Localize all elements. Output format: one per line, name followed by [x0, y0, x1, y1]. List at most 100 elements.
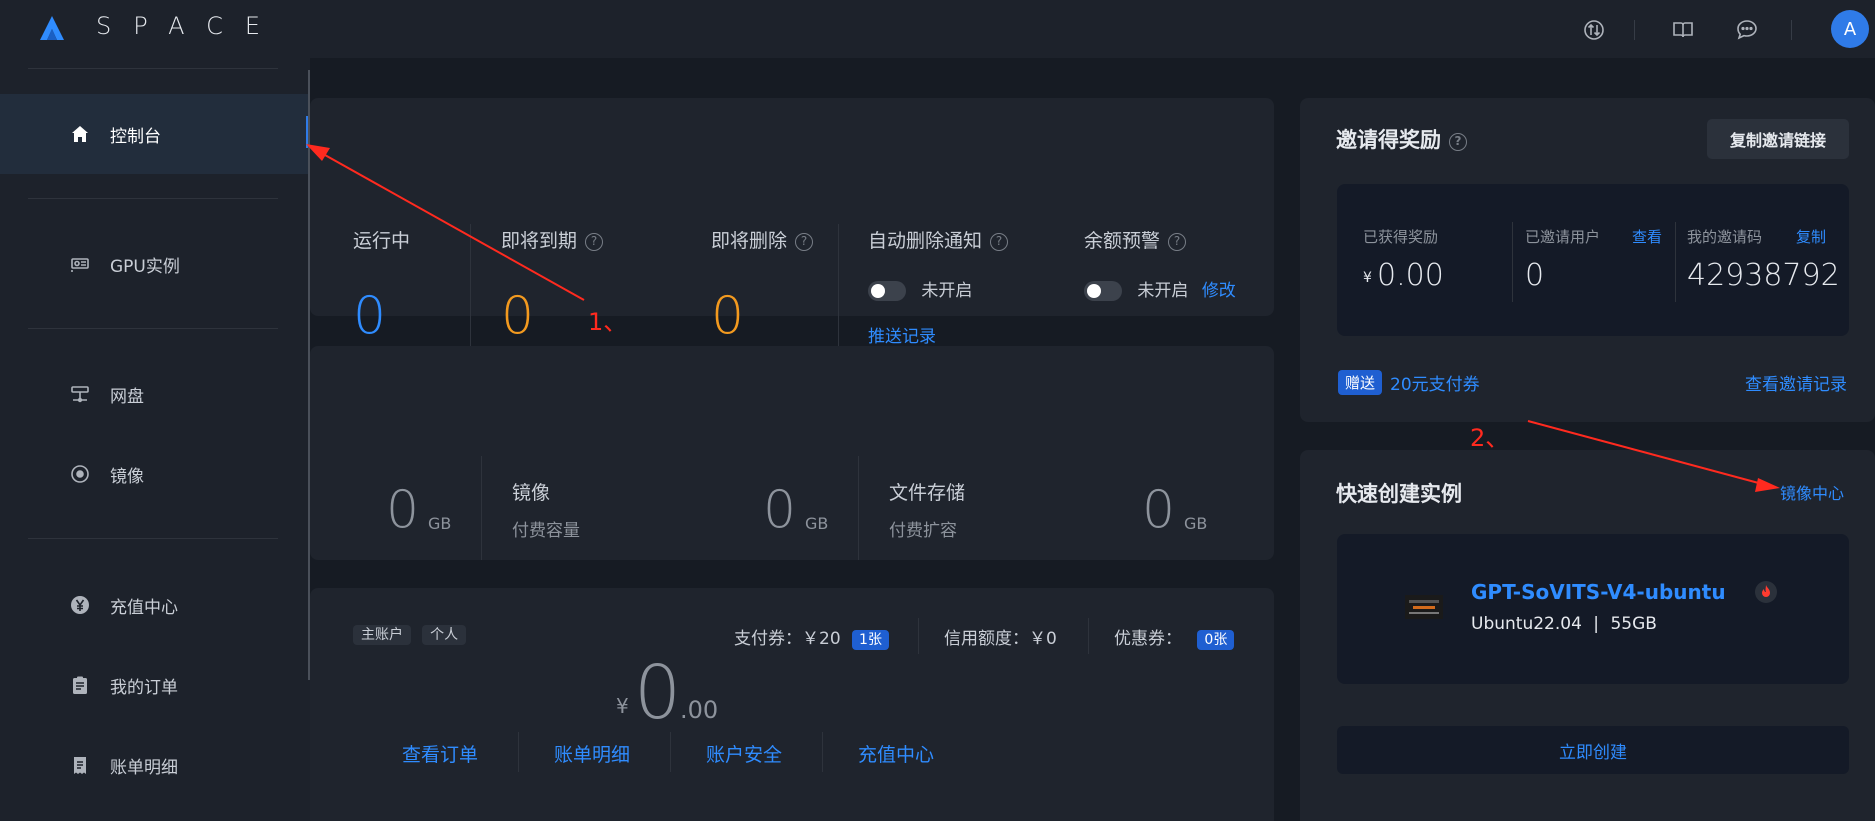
invited-label: 已邀请用户 [1525, 228, 1601, 246]
account-security-link[interactable]: 账户安全 [706, 740, 782, 767]
earned-label: 已获得奖励 [1363, 228, 1439, 246]
account-divider [918, 618, 919, 654]
gift-text: 20元支付券 [1390, 375, 1480, 395]
account-tags: 主账户 个人 [353, 624, 467, 645]
invite-records-link[interactable]: 查看邀请记录 [1745, 370, 1847, 395]
sidebar-item-network-disk[interactable]: 网盘 [0, 354, 310, 434]
invite-code-label: 我的邀请码 [1687, 228, 1763, 246]
deleting-count[interactable]: 0 [711, 290, 744, 342]
balance-currency: ¥ [616, 694, 629, 718]
transfer-icon[interactable] [1582, 18, 1606, 42]
auto-delete-status: 未开启 [921, 281, 973, 301]
sidebar-item-gpu[interactable]: GPU实例 [0, 224, 310, 304]
sidebar-item-console[interactable]: 控制台 [0, 94, 310, 174]
image-template-name[interactable]: GPT-SoVITS-V4-ubuntu [1471, 580, 1726, 604]
sidebar-divider [28, 538, 278, 539]
balance-integer: 0 [634, 650, 682, 736]
credit-label: 信用额度：￥0 [944, 629, 1057, 649]
home-icon [72, 126, 88, 142]
invite-divider [1512, 222, 1513, 302]
create-now-button[interactable]: 立即创建 [1337, 726, 1849, 774]
earned-value: 0.00 [1377, 258, 1444, 293]
logo-text: SPACE [96, 12, 283, 40]
invite-code-value: 42938792 [1687, 258, 1840, 293]
running-label: 运行中 [353, 230, 411, 252]
storage-divider [481, 456, 482, 560]
book-icon[interactable] [1671, 18, 1695, 42]
personal-tag: 个人 [422, 625, 467, 645]
help-icon[interactable]: ? [990, 233, 1009, 251]
image-storage-unit: GB [805, 514, 829, 533]
invite-divider [1675, 222, 1676, 302]
gpu-icon [71, 258, 89, 272]
discount-label: 优惠券： [1114, 629, 1182, 649]
sidebar-divider [28, 328, 278, 329]
file-storage-title: 文件存储 [889, 482, 966, 504]
discount-info: 优惠券： 0张 [1114, 624, 1235, 650]
edit-link[interactable]: 修改 [1202, 281, 1236, 301]
sidebar-item-label: GPU实例 [110, 256, 180, 277]
balance-alert-toggle[interactable] [1084, 281, 1122, 301]
coupon-label: 支付券：￥20 [734, 629, 841, 649]
link-divider [822, 732, 823, 772]
balance-alert-toggle-row: 未开启 修改 [1084, 276, 1236, 301]
view-orders-link[interactable]: 查看订单 [402, 740, 478, 767]
help-icon[interactable]: ? [585, 233, 604, 251]
auto-delete-toggle-row: 未开启 [868, 276, 972, 301]
mirror-center-link[interactable]: 镜像中心 [1780, 480, 1844, 504]
discount-count-badge[interactable]: 0张 [1197, 630, 1235, 650]
invite-code-copy-link[interactable]: 复制 [1796, 226, 1826, 247]
invited-view-link[interactable]: 查看 [1632, 226, 1662, 247]
image-icon [71, 465, 89, 483]
avatar[interactable]: A [1831, 10, 1869, 48]
help-icon[interactable]: ? [1449, 133, 1467, 151]
bill-details-link[interactable]: 账单明细 [554, 740, 630, 767]
sidebar-item-image[interactable]: 镜像 [0, 434, 310, 514]
image-thumbnail-icon [1405, 595, 1443, 619]
auto-delete-toggle[interactable] [868, 281, 906, 301]
meta-separator: | [1593, 614, 1600, 634]
sidebar-item-label: 控制台 [110, 126, 161, 147]
help-icon[interactable]: ? [795, 233, 814, 251]
chat-icon[interactable] [1735, 18, 1759, 42]
sidebar-item-label: 充值中心 [110, 597, 178, 618]
image-storage-value: 0 [763, 480, 797, 540]
yen-icon [71, 596, 89, 614]
link-divider [670, 732, 671, 772]
sidebar-divider [28, 198, 278, 199]
running-count[interactable]: 0 [353, 290, 386, 342]
copy-invite-link-button[interactable]: 复制邀请链接 [1707, 119, 1849, 159]
sidebar-item-recharge[interactable]: 充值中心 [0, 565, 310, 645]
sidebar-item-bills[interactable]: 账单明细 [0, 725, 310, 805]
storage-divider [858, 456, 859, 560]
expiring-count[interactable]: 0 [501, 290, 534, 342]
sidebar-item-orders[interactable]: 我的订单 [0, 645, 310, 725]
file-storage-sub: 付费扩容 [889, 521, 957, 541]
sidebar-divider [28, 68, 278, 69]
file-storage-unit: GB [1184, 514, 1208, 533]
sidebar-item-label: 账单明细 [110, 757, 178, 778]
network-disk-icon [71, 386, 89, 403]
image-size: 55GB [1610, 614, 1657, 634]
coupon-count-badge[interactable]: 1张 [852, 630, 889, 650]
push-record-link[interactable]: 推送记录 [868, 322, 936, 347]
coupon-info: 支付券：￥20 1张 [734, 624, 889, 650]
balance-alert-label: 余额预警? [1084, 226, 1187, 253]
account-divider [1088, 618, 1089, 654]
recharge-center-link[interactable]: 充值中心 [858, 740, 934, 767]
fire-icon [1755, 581, 1777, 603]
logo-icon [40, 16, 64, 40]
bill-icon [74, 757, 86, 774]
image-os: Ubuntu22.04 [1471, 614, 1582, 634]
help-icon[interactable]: ? [1168, 233, 1187, 251]
gift-badge: 赠送 [1338, 370, 1383, 395]
link-divider [518, 732, 519, 772]
storage-first-value: 0 [386, 480, 420, 540]
annotation-label-1: 1、 [588, 308, 628, 336]
invite-title: 邀请得奖励? [1336, 124, 1467, 154]
image-template-meta: Ubuntu22.04 | 55GB [1471, 614, 1657, 634]
expiring-label: 即将到期? [501, 226, 604, 253]
balance-alert-status: 未开启 [1137, 281, 1189, 301]
invited-value: 0 [1525, 258, 1545, 293]
image-storage-title: 镜像 [512, 482, 551, 504]
